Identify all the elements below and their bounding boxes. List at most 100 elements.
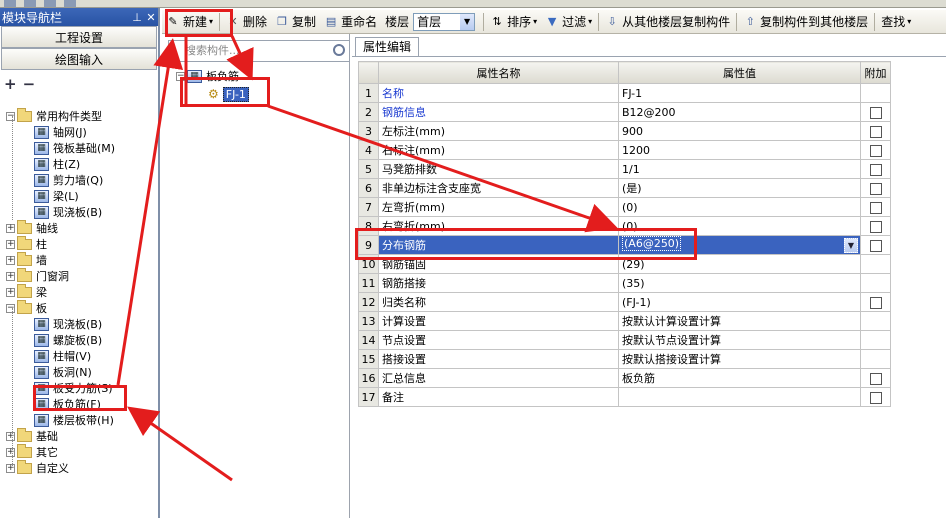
tree-folder[interactable]: + 自定义 <box>6 459 69 476</box>
tree-item[interactable]: ▦ 柱(Z) <box>34 156 80 172</box>
tree-folder[interactable]: − 常用构件类型 <box>6 107 102 124</box>
collapse-icon[interactable]: − <box>6 303 15 313</box>
property-value[interactable]: FJ-1 <box>618 83 861 103</box>
property-row[interactable]: 13 计算设置 按默认计算设置计算 <box>358 311 891 331</box>
expand-icon[interactable]: + <box>6 239 15 249</box>
tree-item[interactable]: ▦ 剪力墙(Q) <box>34 172 103 188</box>
delete-button[interactable]: ✕ 删除 <box>222 12 271 32</box>
collapse-icon[interactable]: − <box>176 71 185 81</box>
property-row[interactable]: 15 搭接设置 按默认搭接设置计算 <box>358 349 891 369</box>
search-icon[interactable] <box>333 44 345 56</box>
extra-checkbox[interactable] <box>869 220 882 233</box>
property-row[interactable]: 11 钢筋搭接 (35) <box>358 273 891 293</box>
property-row[interactable]: 1 名称 FJ-1 <box>358 83 891 103</box>
property-row[interactable]: 16 汇总信息 板负筋 <box>358 368 891 388</box>
expand-icon[interactable]: + <box>6 255 15 265</box>
property-value[interactable]: 按默认搭接设置计算 <box>618 349 861 369</box>
extra-checkbox[interactable] <box>869 125 882 138</box>
property-value[interactable]: (0) <box>618 197 861 217</box>
new-button[interactable]: ✎ 新建 ▾ <box>162 12 217 32</box>
property-value[interactable]: 按默认节点设置计算 <box>618 330 861 350</box>
property-row[interactable]: 14 节点设置 按默认节点设置计算 <box>358 330 891 350</box>
expand-icon[interactable]: + <box>6 287 15 297</box>
filter-button[interactable]: ▼ 过滤 ▾ <box>541 12 596 32</box>
property-value[interactable]: (FJ-1) <box>618 292 861 312</box>
property-value[interactable]: 1200 <box>618 140 861 160</box>
tree-item[interactable]: ▦ 板受力筋(S) <box>34 380 113 396</box>
property-row[interactable]: 17 备注 <box>358 387 891 407</box>
property-value[interactable]: B12@200 <box>618 102 861 122</box>
property-value[interactable]: (A6@250) ▼ <box>618 235 861 255</box>
extra-checkbox[interactable] <box>869 182 882 195</box>
component-tree-root[interactable]: − ▦ 板负筋 <box>176 68 239 84</box>
tree-folder[interactable]: + 轴线 <box>6 219 58 236</box>
component-item-fj1[interactable]: ⚙ FJ-1 <box>208 86 249 102</box>
expand-all-icon[interactable]: + <box>4 75 17 93</box>
property-value[interactable]: 1/1 <box>618 159 861 179</box>
drawing-input-button[interactable]: 绘图输入 <box>1 48 157 70</box>
property-row[interactable]: 9 分布钢筋 (A6@250) ▼ <box>358 235 891 255</box>
extra-checkbox[interactable] <box>869 391 882 404</box>
tree-item[interactable]: ▦ 板洞(N) <box>34 364 92 380</box>
property-row[interactable]: 10 钢筋锚固 (29) <box>358 254 891 274</box>
expand-icon[interactable]: + <box>6 431 15 441</box>
extra-checkbox[interactable] <box>869 144 882 157</box>
property-row[interactable]: 2 钢筋信息 B12@200 <box>358 102 891 122</box>
tree-folder[interactable]: + 门窗洞 <box>6 267 69 284</box>
tree-item[interactable]: ▦ 现浇板(B) <box>34 316 102 332</box>
project-settings-button[interactable]: 工程设置 <box>1 26 157 48</box>
property-value[interactable]: (0) <box>618 216 861 236</box>
search-input[interactable]: 搜索构件... <box>168 40 350 62</box>
extra-checkbox[interactable] <box>869 106 882 119</box>
expand-icon[interactable]: + <box>6 223 15 233</box>
property-value[interactable]: 按默认计算设置计算 <box>618 311 861 331</box>
property-value[interactable]: (是) <box>618 178 861 198</box>
property-value[interactable]: (35) <box>618 273 861 293</box>
copy-from-other-floor-button[interactable]: ⇩ 从其他楼层复制构件 <box>601 12 734 32</box>
collapse-icon[interactable]: − <box>6 111 15 121</box>
property-value[interactable]: (29) <box>618 254 861 274</box>
floor-select[interactable]: 首层 ▼ <box>413 12 476 31</box>
extra-checkbox[interactable] <box>869 239 882 252</box>
extra-checkbox[interactable] <box>869 163 882 176</box>
tree-folder[interactable]: + 其它 <box>6 443 58 460</box>
tree-item[interactable]: ▦ 楼层板带(H) <box>34 412 114 428</box>
expand-icon[interactable]: + <box>6 447 15 457</box>
property-row[interactable]: 4 右标注(mm) 1200 <box>358 140 891 160</box>
property-row[interactable]: 6 非单边标注含支座宽 (是) <box>358 178 891 198</box>
tree-folder[interactable]: + 柱 <box>6 235 47 252</box>
close-icon[interactable]: ✕ <box>144 11 158 24</box>
tree-folder[interactable]: + 墙 <box>6 251 47 268</box>
property-row[interactable]: 5 马凳筋排数 1/1 <box>358 159 891 179</box>
tree-folder[interactable]: + 基础 <box>6 427 58 444</box>
sort-button[interactable]: ⇅ 排序 ▾ <box>486 12 541 32</box>
property-row[interactable]: 7 左弯折(mm) (0) <box>358 197 891 217</box>
tree-item[interactable]: ▦ 轴网(J) <box>34 124 87 140</box>
tree-item[interactable]: ▦ 柱帽(V) <box>34 348 91 364</box>
extra-checkbox[interactable] <box>869 201 882 214</box>
property-row[interactable]: 8 右弯折(mm) (0) <box>358 216 891 236</box>
extra-checkbox[interactable] <box>869 372 882 385</box>
copy-to-other-floor-button[interactable]: ⇧ 复制构件到其他楼层 <box>739 12 872 32</box>
tree-folder[interactable]: + 梁 <box>6 283 47 300</box>
collapse-all-icon[interactable]: − <box>23 75 36 93</box>
tree-item[interactable]: ▦ 筏板基础(M) <box>34 140 115 156</box>
property-value[interactable] <box>618 387 861 407</box>
expand-icon[interactable]: + <box>6 271 15 281</box>
chevron-down-icon[interactable]: ▼ <box>844 238 858 253</box>
property-value[interactable]: 900 <box>618 121 861 141</box>
rename-button[interactable]: ▤ 重命名 <box>320 12 381 32</box>
pin-icon[interactable]: ⊥ <box>130 11 144 24</box>
property-value[interactable]: 板负筋 <box>618 368 861 388</box>
tree-item[interactable]: ▦ 现浇板(B) <box>34 204 102 220</box>
find-button[interactable]: 查找 ▾ <box>877 12 915 32</box>
tree-item[interactable]: ▦ 螺旋板(B) <box>34 332 102 348</box>
property-row[interactable]: 12 归类名称 (FJ-1) <box>358 292 891 312</box>
tree-item[interactable]: ▦ 梁(L) <box>34 188 79 204</box>
tab-property-edit[interactable]: 属性编辑 <box>355 37 419 57</box>
tree-item[interactable]: ▦ 板负筋(F) <box>34 396 101 412</box>
extra-checkbox[interactable] <box>869 296 882 309</box>
copy-button[interactable]: ❐ 复制 <box>271 12 320 32</box>
property-row[interactable]: 3 左标注(mm) 900 <box>358 121 891 141</box>
expand-icon[interactable]: + <box>6 463 15 473</box>
